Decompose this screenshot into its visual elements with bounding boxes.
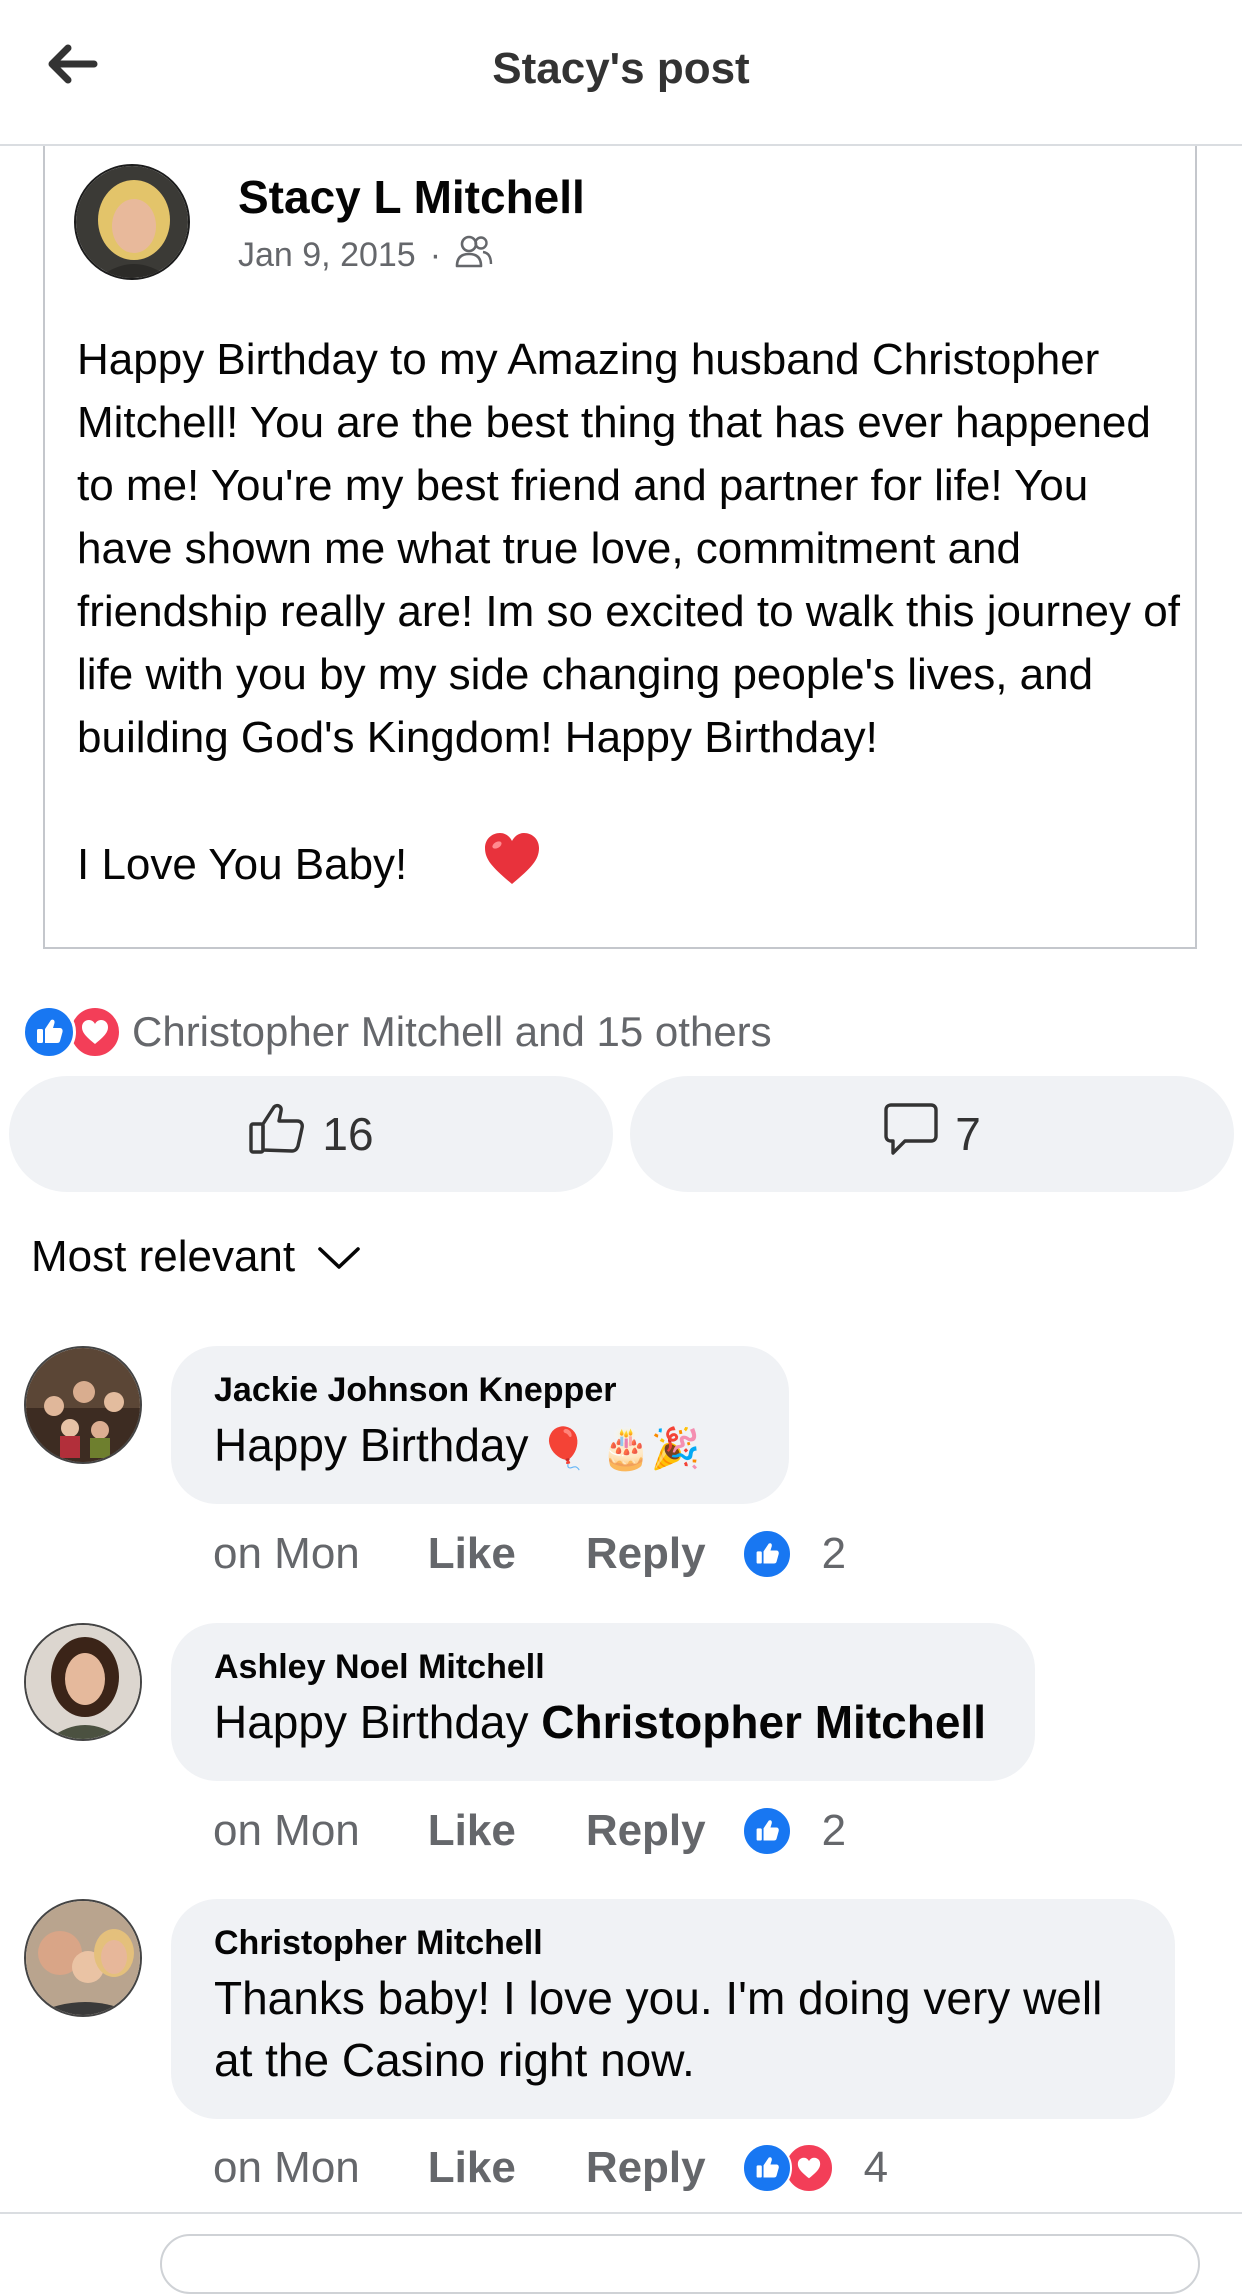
meta-separator: · <box>429 236 442 274</box>
comment-time[interactable]: on Mon <box>213 1529 360 1579</box>
composer-divider <box>0 2212 1242 2214</box>
comment-text: Thanks baby! I love you. I'm doing very … <box>214 1972 1103 2086</box>
comment-reply-button[interactable]: Reply <box>586 2143 706 2193</box>
post-date[interactable]: Jan 9, 2015 <box>238 236 416 275</box>
sort-label: Most relevant <box>31 1232 296 1281</box>
comment-bubble[interactable]: Ashley Noel Mitchell Happy Birthday Chri… <box>171 1623 1035 1781</box>
love-reaction-icon <box>68 1005 122 1059</box>
post-meta: Jan 9, 2015 · <box>238 234 493 277</box>
comment-actions: on Mon Like Reply 4 <box>213 2138 888 2198</box>
celebration-emojis: 🎈 🎂🎉 <box>538 1425 701 1472</box>
commenter-avatar[interactable] <box>24 1899 142 2017</box>
thumbs-up-icon <box>248 1102 306 1167</box>
comment-reaction-count: 4 <box>863 2143 889 2192</box>
comment-text: Happy Birthday 🎈 🎂🎉 <box>214 1414 746 1480</box>
like-reaction-icon <box>22 1005 76 1059</box>
comment-mention[interactable]: Christopher Mitchell <box>541 1696 986 1748</box>
like-reaction-icon <box>741 2143 792 2193</box>
comment-sort-dropdown[interactable]: Most relevant <box>31 1232 361 1282</box>
comment-icon <box>883 1102 939 1167</box>
comment-reactions[interactable] <box>741 1529 792 1579</box>
reactions-summary-text: Christopher Mitchell and 15 others <box>132 1008 772 1055</box>
like-reaction-icon <box>741 1806 792 1856</box>
post-author-name[interactable]: Stacy L Mitchell <box>238 170 585 224</box>
like-button[interactable]: 16 <box>9 1076 613 1192</box>
post-text: Happy Birthday to my Amazing husband Chr… <box>77 335 1180 890</box>
top-bar: Stacy's post <box>0 0 1242 146</box>
comment-like-button[interactable]: Like <box>428 1529 516 1579</box>
comment-reply-button[interactable]: Reply <box>586 1806 706 1856</box>
comment-actions: on Mon Like Reply 2 <box>213 1524 846 1584</box>
chevron-down-icon <box>317 1232 361 1282</box>
comment-reply-button[interactable]: Reply <box>586 1529 706 1579</box>
reactions-summary[interactable]: Christopher Mitchell and 15 others <box>22 1002 772 1062</box>
post-card: Stacy L Mitchell Jan 9, 2015 · Happy Bir… <box>43 146 1197 949</box>
comment-text-content: Happy Birthday <box>214 1696 529 1748</box>
comment-text-content: Happy Birthday <box>214 1419 529 1471</box>
comment-button[interactable]: 7 <box>630 1076 1234 1192</box>
like-count: 16 <box>322 1108 374 1160</box>
commenter-name[interactable]: Ashley Noel Mitchell <box>214 1647 992 1687</box>
comment-like-button[interactable]: Like <box>428 1806 516 1856</box>
commenter-avatar[interactable] <box>24 1346 142 1464</box>
comment-time[interactable]: on Mon <box>213 1806 360 1856</box>
comment-text: Happy Birthday Christopher Mitchell <box>214 1691 992 1753</box>
commenter-avatar[interactable] <box>24 1623 142 1741</box>
comment-count: 7 <box>955 1108 981 1160</box>
comment-composer-input[interactable] <box>160 2234 1200 2294</box>
comment-bubble[interactable]: Christopher Mitchell Thanks baby! I love… <box>171 1899 1175 2119</box>
comment-bubble[interactable]: Jackie Johnson Knepper Happy Birthday 🎈 🎂… <box>171 1346 789 1504</box>
comment-like-button[interactable]: Like <box>428 2143 516 2193</box>
page-title: Stacy's post <box>492 44 750 93</box>
commenter-name[interactable]: Jackie Johnson Knepper <box>214 1370 746 1410</box>
post-body: Happy Birthday to my Amazing husband Chr… <box>77 328 1187 966</box>
comment-time[interactable]: on Mon <box>213 2143 360 2193</box>
author-avatar[interactable] <box>74 164 190 280</box>
comment-reaction-count: 2 <box>821 1806 847 1855</box>
comment-reactions[interactable] <box>741 1806 792 1856</box>
comment-reaction-count: 2 <box>821 1529 847 1578</box>
commenter-name[interactable]: Christopher Mitchell <box>214 1923 1132 1963</box>
like-reaction-icon <box>741 1529 792 1579</box>
heart-emoji <box>409 769 540 966</box>
friends-icon[interactable] <box>455 234 493 277</box>
comment-reactions[interactable] <box>741 2143 834 2193</box>
comment-actions: on Mon Like Reply 2 <box>213 1801 846 1861</box>
